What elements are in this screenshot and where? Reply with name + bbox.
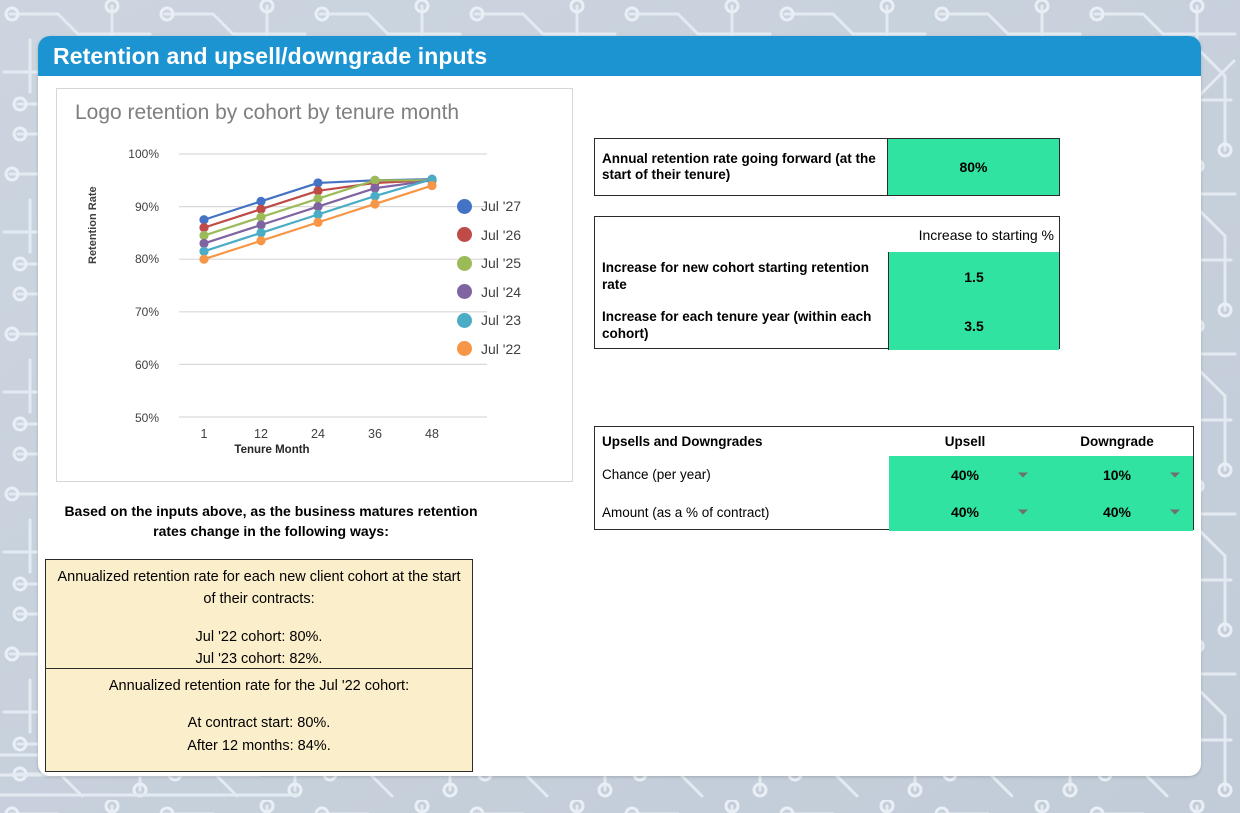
upsell-amount-value-text: 40%	[950, 504, 980, 521]
legend-item-jul24[interactable]: Jul '24	[457, 278, 521, 307]
increase-row-tenure-year: Increase for each tenure year (within ea…	[595, 301, 1059, 350]
legend-label: Jul '23	[481, 312, 522, 329]
chart-data-point	[256, 220, 266, 230]
chevron-down-icon[interactable]	[1018, 472, 1028, 478]
increase-tenure-year-label: Increase for each tenure year (within ea…	[602, 309, 872, 341]
legend-color-swatch-icon	[457, 312, 472, 328]
increase-row-new-cohort: Increase for new cohort starting retenti…	[595, 252, 1059, 301]
narrative-box-cohort-start: Annualized retention rate for each new c…	[45, 559, 473, 668]
increase-table-header-row: Increase to starting %	[595, 217, 1059, 252]
increase-tenure-year-label-cell: Increase for each tenure year (within ea…	[595, 301, 888, 350]
chevron-down-icon[interactable]	[1170, 472, 1180, 478]
increase-new-cohort-label-cell: Increase for new cohort starting retenti…	[595, 252, 888, 301]
annual-retention-value[interactable]: 80%	[888, 139, 1059, 195]
chart-data-point	[370, 199, 380, 209]
downgrade-amount-value[interactable]: 40%	[1041, 493, 1193, 531]
upsell-row-amount: Amount (as a % of contract) 40% 40%	[595, 493, 1193, 531]
chart-data-point	[199, 230, 209, 241]
legend-label: Jul '24	[481, 283, 522, 300]
chart-data-point	[313, 209, 323, 220]
legend-item-jul26[interactable]: Jul '26	[457, 221, 521, 250]
narrative-heading: Based on the inputs above, as the busine…	[64, 503, 478, 540]
increase-column-header: Increase to starting %	[918, 226, 1054, 243]
legend-label: Jul '22	[481, 340, 522, 357]
legend-label: Jul '27	[481, 198, 522, 215]
downgrade-chance-value[interactable]: 10%	[1041, 456, 1193, 494]
legend-item-jul25[interactable]: Jul '25	[457, 249, 521, 278]
legend-label: Jul '25	[481, 255, 522, 272]
chart-data-point	[256, 196, 266, 206]
legend-color-swatch-icon	[457, 198, 472, 214]
legend-color-swatch-icon	[457, 341, 472, 357]
chart-data-point	[313, 217, 323, 227]
legend-color-swatch-icon	[457, 284, 472, 300]
upsell-row-chance: Chance (per year) 40% 10%	[595, 456, 1193, 494]
chart-data-point	[256, 212, 266, 222]
card-body: Logo retention by cohort by tenure month…	[38, 76, 1201, 776]
chart-data-point	[313, 202, 323, 212]
legend-label: Jul '26	[481, 226, 522, 243]
chart-data-point	[199, 246, 209, 256]
downgrade-chance-value-text: 10%	[1102, 466, 1132, 483]
card-header: Retention and upsell/downgrade inputs	[38, 36, 1201, 76]
increase-new-cohort-value[interactable]: 1.5	[888, 252, 1059, 301]
chart-data-point	[313, 186, 323, 196]
legend-color-swatch-icon	[457, 227, 472, 243]
chart-data-point	[199, 223, 209, 233]
legend-color-swatch-icon	[457, 255, 472, 271]
upsell-amount-value[interactable]: 40%	[889, 493, 1041, 531]
downgrade-column-header: Downgrade	[1080, 434, 1154, 449]
narrative-box2-line1: Annualized retention rate for the Jul '2…	[108, 678, 410, 694]
chart-data-point	[427, 180, 437, 191]
chart-data-point	[199, 238, 209, 249]
legend-item-jul27[interactable]: Jul '27	[457, 192, 521, 221]
chart-data-point	[256, 236, 266, 246]
chart-data-point	[256, 204, 266, 214]
narrative-box2-line2: At contract start: 80%.	[187, 715, 331, 732]
main-card: Retention and upsell/downgrade inputs Lo…	[38, 36, 1201, 776]
annual-retention-label-cell: Annual retention rate going forward (at …	[595, 139, 888, 195]
narrative-box2-line3: After 12 months: 84%.	[187, 737, 331, 754]
chart-data-point	[370, 175, 380, 185]
upsell-header-row: Upsells and Downgrades Upsell Downgrade	[595, 427, 1193, 456]
legend-item-jul22[interactable]: Jul '22	[457, 335, 521, 364]
upsell-chance-label: Chance (per year)	[602, 467, 711, 483]
upsell-table-title: Upsells and Downgrades	[602, 434, 763, 449]
increase-tenure-year-value[interactable]: 3.5	[888, 301, 1059, 350]
chart-legend: Jul '27 Jul '26 Jul '25 Jul '24 Jul '23 Jul '…	[457, 192, 521, 363]
legend-item-jul23[interactable]: Jul '23	[457, 306, 521, 335]
chart-data-point	[256, 228, 266, 238]
chart-data-point	[313, 178, 323, 188]
chart-data-point	[370, 183, 380, 193]
downgrade-amount-value-text: 40%	[1102, 504, 1132, 521]
annual-retention-table: Annual retention rate going forward (at …	[594, 138, 1060, 196]
chevron-down-icon[interactable]	[1018, 509, 1028, 515]
annual-retention-label: Annual retention rate going forward (at …	[602, 150, 876, 182]
increase-header-spacer	[595, 217, 888, 252]
increase-table: Increase to starting % Increase for new …	[594, 216, 1060, 350]
chart-data-point	[199, 254, 209, 264]
retention-chart-panel: Logo retention by cohort by tenure month…	[56, 88, 573, 482]
upsells-downgrades-table: Upsells and Downgrades Upsell Downgrade …	[594, 426, 1194, 531]
upsell-amount-label: Amount (as a % of contract)	[602, 504, 770, 520]
chevron-down-icon[interactable]	[1170, 509, 1180, 515]
increase-new-cohort-label: Increase for new cohort starting retenti…	[602, 260, 870, 292]
upsell-chance-value-text: 40%	[950, 466, 980, 483]
chart-data-point	[370, 191, 380, 201]
upsell-column-header: Upsell	[944, 434, 986, 449]
narrative-box1-line2: Jul '22 cohort: 80%.	[195, 628, 323, 645]
narrative-box-jul22-cohort: Annualized retention rate for the Jul '2…	[45, 668, 473, 772]
upsell-chance-value[interactable]: 40%	[889, 456, 1041, 494]
page-title: Retention and upsell/downgrade inputs	[53, 42, 488, 69]
chart-data-point	[313, 194, 323, 204]
narrative-box1-line1: Annualized retention rate for each new c…	[57, 569, 461, 608]
chart-data-point	[199, 215, 209, 225]
